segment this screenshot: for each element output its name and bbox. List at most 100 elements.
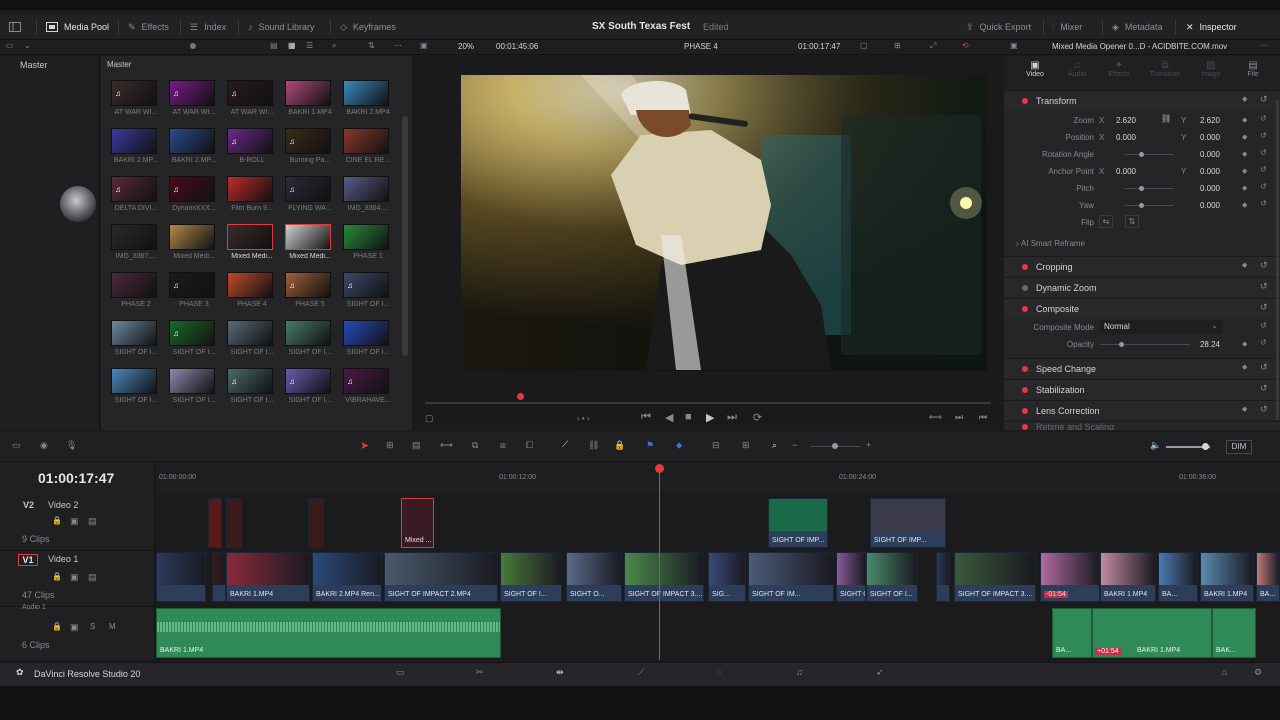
track-name[interactable]: Audio 1 — [22, 604, 46, 611]
blade-tool-icon[interactable]: ▤ — [412, 440, 421, 451]
chevron-down-icon[interactable]: ⌄ — [24, 41, 31, 50]
auto-select-icon[interactable]: ▣ — [70, 572, 79, 583]
flip-vertical-icon[interactable]: ⇅ — [1125, 215, 1139, 228]
media-pool-clip[interactable]: BAKRI 2.MP... — [111, 128, 161, 164]
selection-tool-icon[interactable]: ➤ — [360, 439, 369, 452]
media-pool-clip[interactable]: ♫ SIGHT OF I... — [285, 368, 335, 404]
enable-toggle[interactable] — [1022, 284, 1028, 291]
keyframe-icon[interactable]: ◆ — [1242, 201, 1247, 209]
video-toggle-icon[interactable]: ▤ — [88, 572, 97, 583]
media-pool-clip[interactable]: Mixed Medi... — [227, 224, 277, 260]
solo-icon[interactable]: S — [90, 622, 95, 631]
tab-transition[interactable]: ⧉ Transition — [1146, 60, 1184, 78]
home-icon[interactable]: ⌂ — [1222, 667, 1227, 677]
settings-icon[interactable]: ⚙ — [1254, 667, 1262, 678]
viewer-mode-icon[interactable]: ▢ — [425, 413, 434, 424]
timeline-view-icon[interactable]: ▭ — [12, 440, 21, 451]
media-pool-clip[interactable]: SIGHT OF I... — [111, 368, 161, 404]
volume-knob[interactable] — [1202, 443, 1209, 450]
tab-image[interactable]: ▨ Image — [1197, 60, 1225, 78]
track-name[interactable]: Video 1 — [48, 554, 78, 564]
play-icon[interactable]: ▶ — [706, 411, 714, 424]
media-pool-clip[interactable]: PHASE 4 — [227, 272, 277, 308]
timeline-clip[interactable] — [208, 498, 222, 548]
stabilization-section[interactable]: Stabilization ↺ — [1004, 379, 1280, 399]
timeline-clip[interactable] — [308, 498, 324, 548]
transform-overlay-icon[interactable]: ⊞ — [894, 41, 901, 50]
keyframe-icon[interactable]: ◆ — [1242, 150, 1247, 158]
effects-tab[interactable]: ✎ Effects — [128, 14, 169, 40]
auto-select-icon[interactable]: ▣ — [70, 622, 79, 633]
track-name[interactable]: Video 2 — [48, 500, 78, 510]
media-pool-clip[interactable]: ♫ AT WAR WI... — [169, 80, 219, 116]
media-pool-clip[interactable]: Mixed Medi... — [169, 224, 219, 260]
media-pool-clip[interactable]: CINE EL RE... — [343, 128, 393, 164]
lock-icon[interactable]: 🔒 — [52, 572, 62, 581]
timeline-clip[interactable]: BAKRI 1.MP4 — [1100, 552, 1156, 602]
grid-view-icon[interactable]: ▦ — [288, 41, 296, 50]
zoom-y-value[interactable]: 2.620 — [1186, 116, 1220, 125]
composite-section[interactable]: Composite ↺ — [1004, 298, 1280, 318]
viewer-scrubber[interactable] — [425, 402, 991, 404]
link-icon[interactable]: ⛓ — [588, 440, 599, 451]
link-icon[interactable]: ⛓ — [1161, 114, 1171, 123]
timeline-clip[interactable]: SIGHT O... — [566, 552, 622, 602]
snapping-icon[interactable]: ⟋ — [562, 439, 568, 450]
search-icon[interactable]: ⌕ — [332, 41, 336, 51]
keyframe-icon[interactable]: ◆ — [1242, 340, 1247, 348]
media-pool-tab[interactable]: Media Pool — [46, 14, 109, 40]
media-pool-clip[interactable]: IMG_8364.... — [343, 176, 393, 212]
timeline-clip[interactable]: SIGHT OF IMP... — [870, 498, 946, 548]
index-tab[interactable]: ☰ Index — [190, 14, 226, 40]
bin-master-item[interactable]: Master — [20, 60, 48, 70]
timeline-clip[interactable]: SIG... — [708, 552, 746, 602]
tab-audio[interactable]: ♫ Audio — [1064, 60, 1090, 78]
speed-change-section[interactable]: Speed Change ◆ ↺ — [1004, 358, 1280, 378]
crop-icon[interactable]: ▢ — [860, 41, 868, 50]
reset-icon[interactable]: ↺ — [1260, 281, 1268, 292]
media-pool-clip[interactable]: SIGHT OF I... — [169, 368, 219, 404]
media-pool-clip[interactable]: ♫ PHASE 3 — [169, 272, 219, 308]
timeline-clip[interactable] — [212, 552, 226, 602]
rotation-slider-knob[interactable] — [1139, 152, 1144, 157]
position-y-value[interactable]: 0.000 — [1186, 133, 1220, 142]
tab-file[interactable]: ▤ File — [1240, 60, 1266, 78]
rotation-value[interactable]: 0.000 — [1186, 150, 1220, 159]
zoom-in-icon[interactable]: + — [866, 440, 871, 450]
zoom-fit-icon[interactable]: ⤢ — [930, 41, 936, 51]
playhead-handle[interactable] — [655, 464, 664, 473]
sound-library-tab[interactable]: ♪ Sound Library — [248, 14, 315, 40]
lock-icon[interactable]: 🔒 — [52, 622, 62, 631]
opacity-value[interactable]: 28.24 — [1186, 340, 1220, 349]
media-pool-clip[interactable]: ♫ AT WAR WI... — [227, 80, 277, 116]
timeline-clip[interactable]: SIGHT OF I... — [866, 552, 918, 602]
pool-scrollbar[interactable] — [402, 116, 408, 356]
speaker-icon[interactable]: 🔈 — [1150, 440, 1161, 451]
jog-control-icon[interactable]: ‹ • › — [577, 414, 590, 423]
media-pool-clip[interactable]: SIGHT OF I... — [111, 320, 161, 356]
cut-page-icon[interactable]: ✂ — [476, 667, 484, 678]
audio-clip[interactable]: BAK... — [1212, 608, 1256, 658]
replace-clip-icon[interactable]: ⧠ — [526, 440, 533, 451]
metadata-view-icon[interactable]: ▤ — [270, 41, 278, 50]
timeline-clip[interactable]: SIGHT OF IMPACT 3.... — [954, 552, 1036, 602]
fusion-page-icon[interactable]: ⟋ — [638, 667, 644, 678]
flip-horizontal-icon[interactable]: ⇆ — [1099, 215, 1113, 228]
video-toggle-icon[interactable]: ▤ — [88, 516, 97, 527]
media-pool-clip[interactable]: PHASE 1 — [343, 224, 393, 260]
anchor-y-value[interactable]: 0.000 — [1186, 167, 1220, 176]
enable-toggle[interactable] — [1022, 305, 1028, 312]
media-pool-clip[interactable]: SIGHT OF I... — [227, 320, 277, 356]
metadata-tab[interactable]: ◈ Metadata — [1112, 14, 1162, 40]
media-pool-clip[interactable]: ♫ SIGHT OF I... — [227, 368, 277, 404]
transform-section[interactable]: Transform ◆ ↺ — [1004, 90, 1280, 110]
keyframe-icon[interactable]: ◆ — [1242, 363, 1247, 371]
timeline-clip[interactable] — [156, 552, 206, 602]
flag-icon[interactable]: ⚑ — [646, 440, 654, 451]
match-frame-icon[interactable]: ⟷ — [929, 412, 942, 423]
reset-icon[interactable]: ↺ — [1260, 260, 1268, 271]
prev-clip-icon[interactable]: ⏮ — [979, 412, 987, 423]
reset-icon[interactable]: ↺ — [1260, 94, 1268, 105]
timeline-clip[interactable] — [936, 552, 950, 602]
reset-icon[interactable]: ↺ — [1260, 321, 1267, 330]
